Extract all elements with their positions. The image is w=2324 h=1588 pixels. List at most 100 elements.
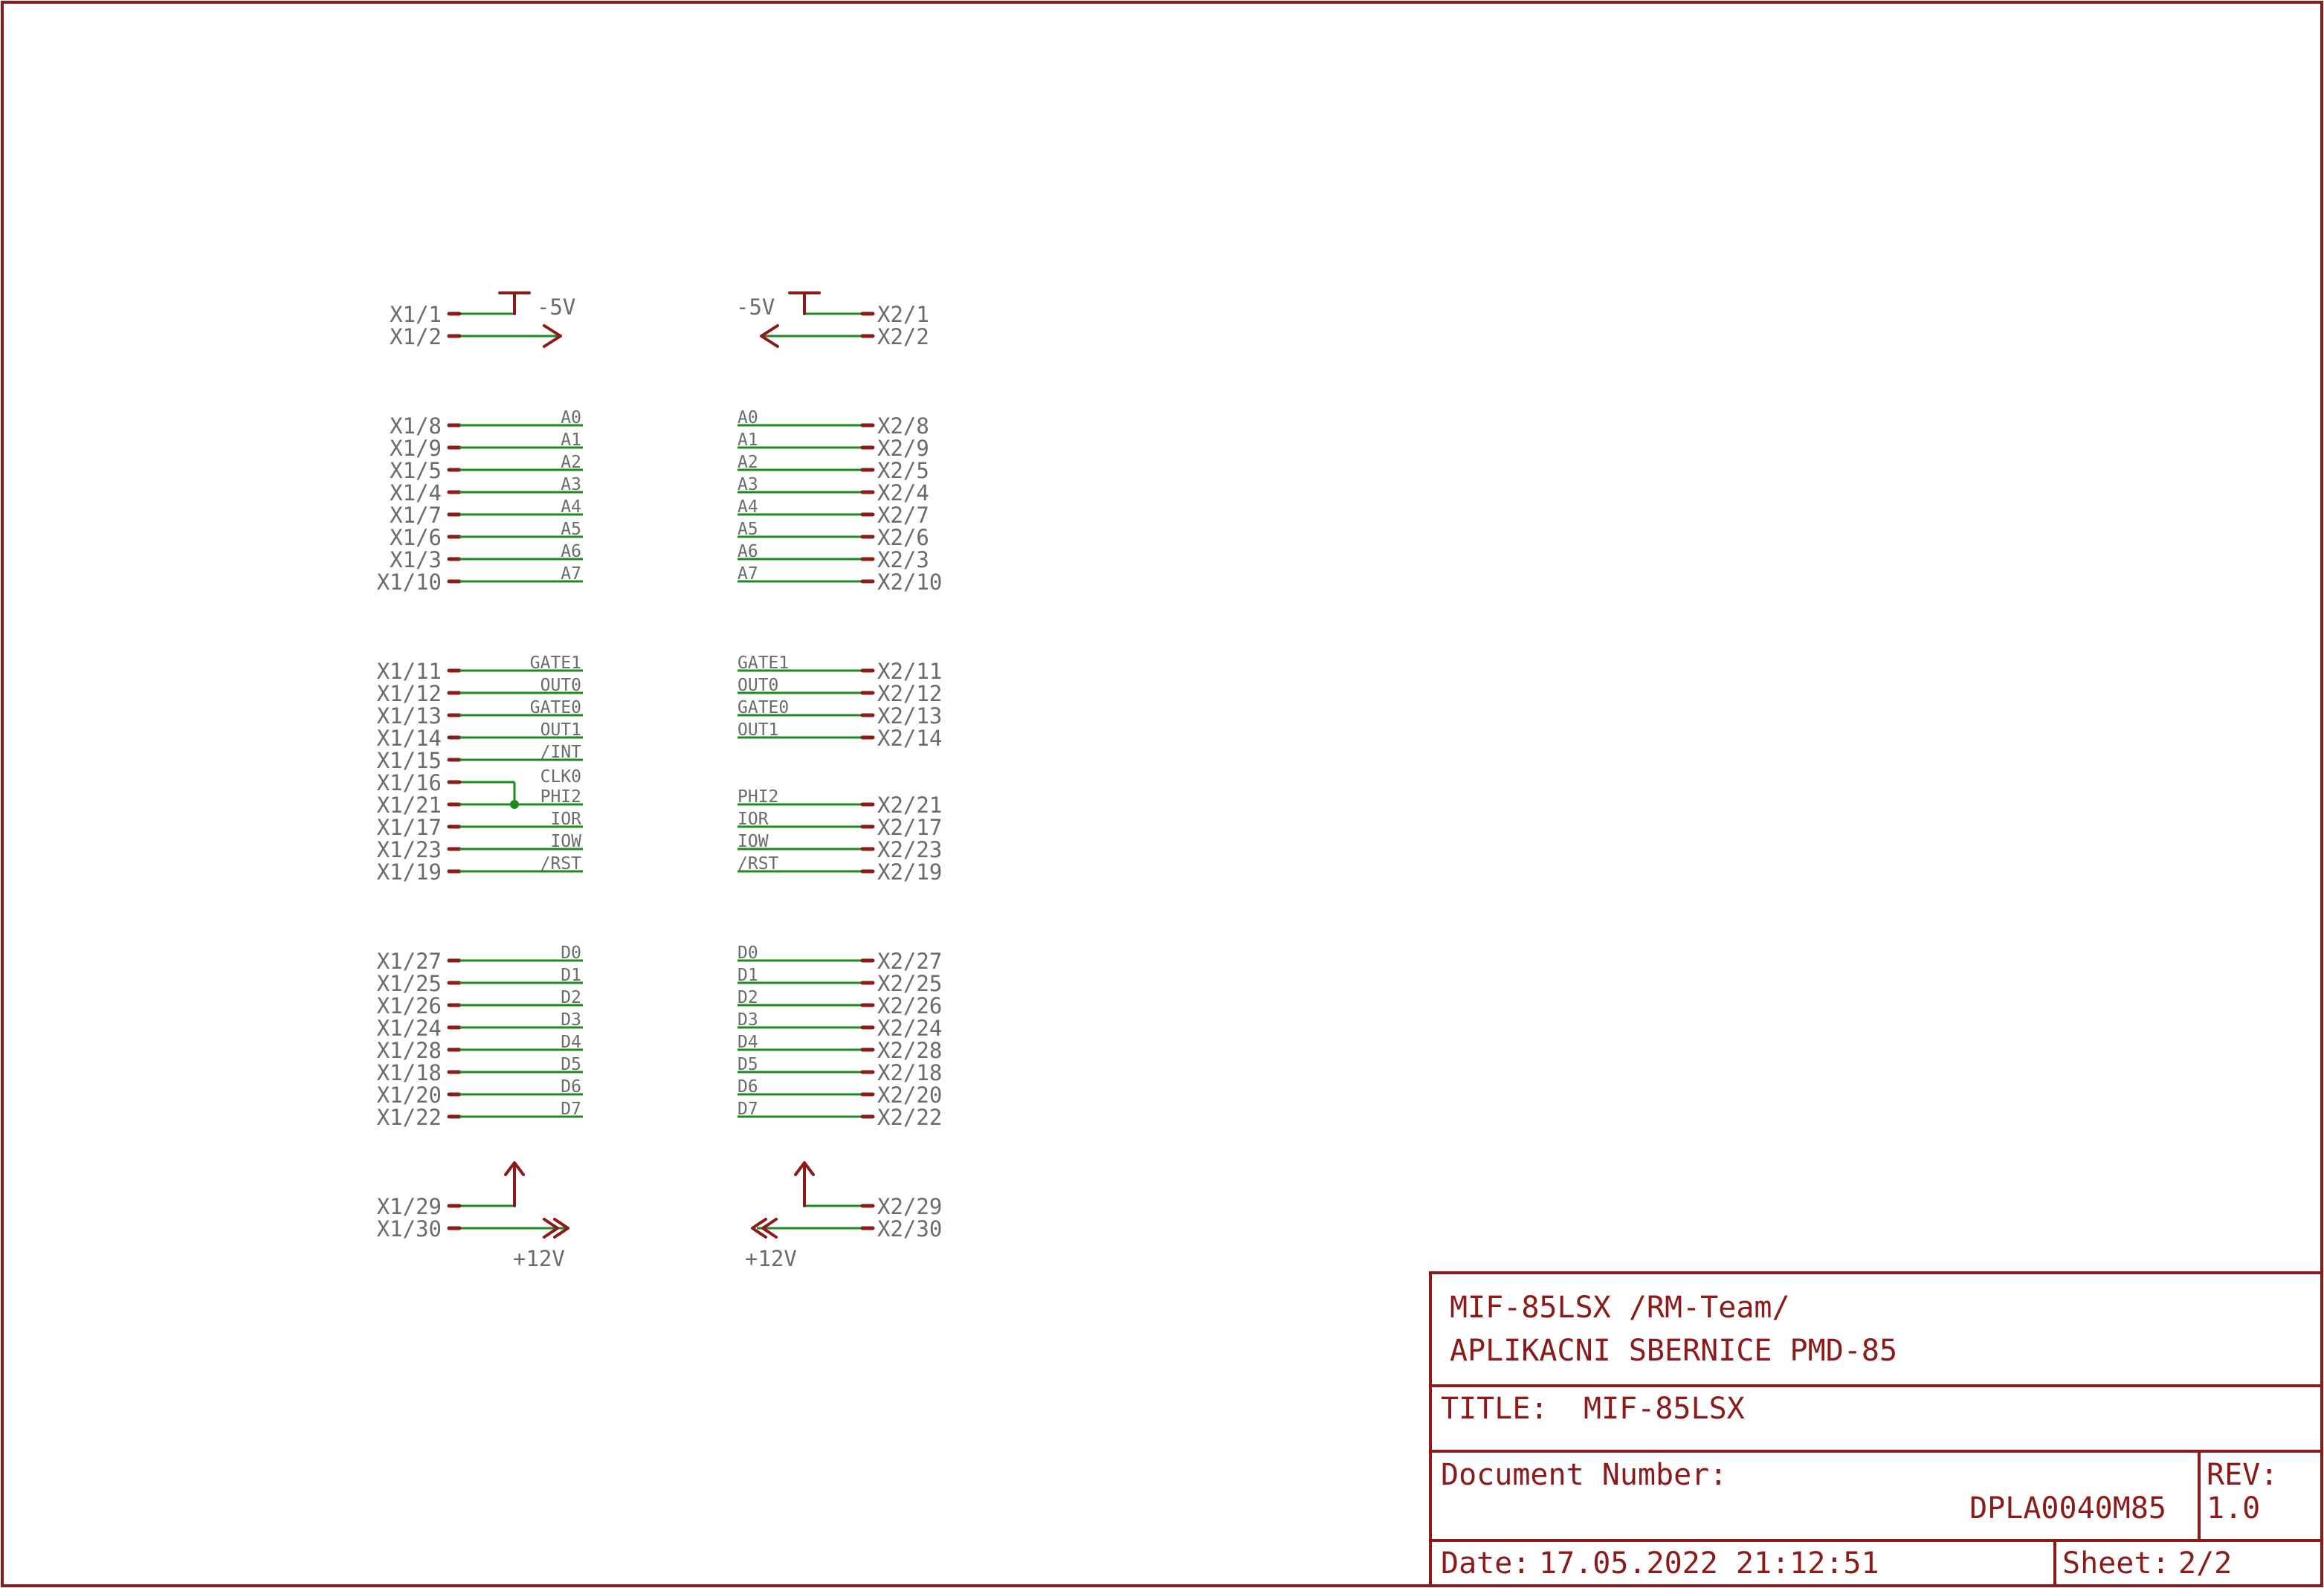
x2-plus12v-symbol: +12V <box>745 1161 864 1271</box>
x2-pin-row: X2/14 OUT1 <box>737 720 942 751</box>
x2-pin-row: X2/6 A5 <box>737 520 929 550</box>
x2-signal-label: IOR <box>737 810 769 829</box>
x2-pin-row: X2/18 D5 <box>737 1055 942 1085</box>
x1-signal-label: CLK0 <box>540 767 581 787</box>
x2-pin-label: X2/20 <box>877 1082 942 1108</box>
x1-pin-row: X1/10 A7 <box>377 564 583 595</box>
x1-signal-label: A5 <box>561 520 581 539</box>
x2-signal-label: PHI2 <box>737 787 778 807</box>
doc-number-value: DPLA0040M85 <box>1969 1491 2166 1526</box>
x2-signal-label: D5 <box>737 1055 758 1074</box>
x1-signal-label: GATE1 <box>530 653 581 673</box>
x1-pin2-arrow <box>455 324 562 348</box>
x1-pin-row: X1/29 <box>377 1194 462 1219</box>
x2-pin-row: X2/4 A3 <box>737 475 929 506</box>
x2-minus5v-label: -5V <box>736 294 775 320</box>
x1-signal-label: A0 <box>561 408 581 427</box>
x1-signal-label: D5 <box>561 1055 581 1074</box>
x2-pin-label: X2/2 <box>877 324 929 349</box>
x1-pin-row: X1/22 D7 <box>377 1100 583 1130</box>
x2-signal-label: D3 <box>737 1010 758 1030</box>
x2-signal-label: D2 <box>737 988 758 1007</box>
x2-signal-label: GATE0 <box>737 698 789 717</box>
x1-pin-label: X1/9 <box>390 436 442 461</box>
x1-signal-label: PHI2 <box>540 787 581 807</box>
x2-pin-label: X2/10 <box>877 569 942 595</box>
x1-pin-row: X1/28 D4 <box>377 1033 583 1063</box>
x1-minus5v-symbol: -5V <box>455 291 575 320</box>
x2-pin-label: X2/8 <box>877 413 929 439</box>
x2-pin-label: X2/28 <box>877 1038 942 1063</box>
x2-signal-label: D7 <box>737 1100 758 1119</box>
x1-signal-label: A7 <box>561 564 581 584</box>
x2-pin-label: X2/19 <box>877 859 942 885</box>
x2-signal-label: A1 <box>737 430 758 450</box>
x1-pin-row: X1/18 D5 <box>377 1055 583 1085</box>
x1-signal-label: D0 <box>561 943 581 963</box>
sheet-label: Sheet: <box>2062 1546 2170 1581</box>
x1-signal-label: D2 <box>561 988 581 1007</box>
x2-pin-row: X2/27 D0 <box>737 943 942 974</box>
x2-pin-label: X2/9 <box>877 436 929 461</box>
x1-pin-label: X1/15 <box>377 748 442 773</box>
x1-pin-row: X1/19/RST <box>377 854 583 885</box>
date-value: 17.05.2022 21:12:51 <box>1539 1546 1879 1581</box>
x1-pin-row: X1/6 A5 <box>390 520 583 550</box>
x2-pin-row: X2/2 <box>860 324 929 349</box>
x1-pin-label: X1/23 <box>377 837 442 862</box>
x2-pin-label: X2/30 <box>877 1216 942 1242</box>
x2-pin-row: X2/30 <box>860 1216 942 1242</box>
x2-minus5v-symbol: -5V <box>736 291 864 320</box>
x2-signal-label: A7 <box>737 564 758 584</box>
x1-pin-row: X1/8 A0 <box>390 408 583 439</box>
x1-signal-label: IOR <box>550 810 581 829</box>
x2-signal-label: /RST <box>737 854 779 874</box>
x1-signal-label: A4 <box>561 497 581 517</box>
x1-minus5v-label: -5V <box>537 294 575 320</box>
x1-signal-label: /RST <box>540 854 582 874</box>
x2-signal-label: GATE1 <box>737 653 789 673</box>
x1-signal-label: OUT1 <box>540 720 581 740</box>
x2-pin-label: X2/11 <box>877 659 942 684</box>
x1-signal-label: A2 <box>561 453 581 472</box>
x1-pin-label: X1/17 <box>377 815 442 840</box>
title-value: MIF-85LSX <box>1584 1392 1745 1426</box>
x2-signal-label: A3 <box>737 475 758 494</box>
x1-signal-label: GATE0 <box>530 698 581 717</box>
x1-pin-label: X1/25 <box>377 971 442 996</box>
x1-pin-row: X1/16 <box>377 770 462 795</box>
x2-pin-label: X2/17 <box>877 815 942 840</box>
x2-pin-row: X2/25 D1 <box>737 966 942 996</box>
x2-pin-label: X2/6 <box>877 525 929 550</box>
x2-pin-label: X2/26 <box>877 993 942 1019</box>
x1-pin-label: X1/16 <box>377 770 442 795</box>
title-label: TITLE: <box>1441 1392 1549 1426</box>
date-label: Date: <box>1441 1546 1530 1581</box>
x1-signal-label: D7 <box>561 1100 581 1119</box>
x1-pin-label: X1/14 <box>377 726 442 751</box>
x1-pin-label: X1/10 <box>377 569 442 595</box>
x2-pin-label: X2/12 <box>877 681 942 706</box>
x1-signal-label: D4 <box>561 1033 581 1052</box>
x2-pin-label: X2/1 <box>877 302 929 327</box>
x1-pin-label: X1/8 <box>390 413 442 439</box>
x1-pin-row: X1/1 <box>390 302 462 327</box>
x1-pin-row: X1/7 A4 <box>390 497 583 528</box>
x2-signal-label: A5 <box>737 520 758 539</box>
x2-signal-label: D1 <box>737 966 758 985</box>
x2-pin-label: X2/7 <box>877 503 929 528</box>
x2-pin-label: X2/23 <box>877 837 942 862</box>
x1-signal-label: OUT0 <box>540 676 581 695</box>
x1-pin-row: X1/27 D0 <box>377 943 583 974</box>
x1-signal-label: A6 <box>561 542 581 561</box>
x2-pin-row: X2/5 A2 <box>737 453 929 483</box>
x1-signal-label: D3 <box>561 1010 581 1030</box>
net-layer: X1/1X1/2 X2/1X2/2 X1/29X1/30 X2/29X2/30 X1/8… <box>377 302 943 1242</box>
x2-plus12v-label: +12V <box>745 1246 797 1271</box>
x2-pin-label: X2/22 <box>877 1105 942 1130</box>
x2-signal-label: D4 <box>737 1033 758 1052</box>
x2-signal-label: IOW <box>737 832 769 851</box>
x2-pin-label: X2/24 <box>877 1016 942 1041</box>
x1-signal-label: D6 <box>561 1077 581 1097</box>
x1-pin-row: X1/9 A1 <box>390 430 583 461</box>
